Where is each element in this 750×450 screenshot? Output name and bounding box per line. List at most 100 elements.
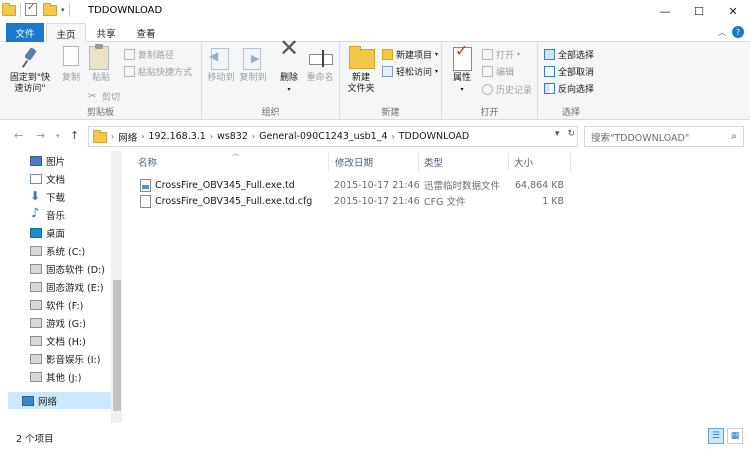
file-row[interactable]: CrossFire_OBV345_Full.exe.td.cfg 2015-10… xyxy=(136,193,572,209)
breadcrumb-ip[interactable]: 192.168.3.1 xyxy=(148,131,205,142)
new-item-icon xyxy=(382,49,393,60)
nav-item-drive-d[interactable]: 固态软件 (D:) xyxy=(30,260,105,277)
column-divider[interactable] xyxy=(570,153,571,171)
nav-item-drive-e[interactable]: 固态游戏 (E:) xyxy=(30,278,104,295)
nav-item-desktop[interactable]: 桌面 xyxy=(30,224,65,241)
tab-file[interactable]: 文件 xyxy=(6,23,44,42)
file-type: CFG 文件 xyxy=(424,197,466,208)
pin-label: 固定到"快 速访问" xyxy=(9,73,51,94)
nav-item-music[interactable]: 音乐 xyxy=(30,206,65,223)
nav-item-drive-g[interactable]: 游戏 (G:) xyxy=(30,314,86,331)
edit-button[interactable]: 编辑 xyxy=(482,65,514,78)
column-header-size[interactable]: 大小 xyxy=(514,153,533,171)
copy-to-button[interactable]: 复制到 xyxy=(238,46,268,84)
paste-shortcut-button[interactable]: 粘贴快捷方式 xyxy=(124,65,192,78)
qat-dropdown-icon[interactable]: ▾ xyxy=(61,6,65,14)
easy-access-button[interactable]: 轻松访问 ▾ xyxy=(382,65,438,78)
move-to-icon xyxy=(209,46,233,70)
nav-item-drive-h[interactable]: 文档 (H:) xyxy=(30,332,86,349)
delete-button[interactable]: 删除 ▾ xyxy=(276,43,302,95)
nav-item-drive-f[interactable]: 软件 (F:) xyxy=(30,296,83,313)
nav-item-network[interactable]: 网络 xyxy=(22,392,57,409)
large-icons-view-button[interactable]: ▦ xyxy=(727,428,743,444)
nav-item-drive-j[interactable]: 其他 (J:) xyxy=(30,368,81,385)
item-count: 2 个项目 xyxy=(16,434,54,445)
new-item-button[interactable]: 新建项目 ▾ xyxy=(382,48,438,61)
move-to-button[interactable]: 移动到 xyxy=(206,46,236,84)
column-divider[interactable] xyxy=(418,153,419,171)
open-button[interactable]: 打开 ▾ xyxy=(482,48,520,61)
organize-group: 移动到 复制到 删除 ▾ 重命名 组织 xyxy=(202,42,340,120)
select-all-button[interactable]: 全部选择 xyxy=(544,48,594,61)
file-date: 2015-10-17 21:46 xyxy=(334,195,420,207)
address-dropdown-icon[interactable]: ▾ xyxy=(555,129,560,139)
nav-item-pictures[interactable]: 图片 xyxy=(30,152,65,169)
copy-path-button[interactable]: 复制路径 xyxy=(124,48,174,61)
edit-label: 编辑 xyxy=(496,68,515,78)
paste-shortcut-icon xyxy=(124,66,135,77)
drive-icon xyxy=(30,353,42,364)
open-label: 打开 xyxy=(496,51,515,61)
nav-item-documents[interactable]: 文档 xyxy=(30,170,65,187)
history-button[interactable]: 历史记录 xyxy=(482,83,532,96)
recent-dropdown-icon[interactable]: ▾ xyxy=(56,132,60,140)
new-folder-button[interactable]: 新建 文件夹 xyxy=(344,46,378,95)
minimize-button[interactable]: — xyxy=(648,0,682,23)
breadcrumb-share[interactable]: General-090C1243_usb1_4 xyxy=(259,131,387,142)
select-none-button[interactable]: 全部取消 xyxy=(544,65,594,78)
refresh-icon[interactable]: ↻ xyxy=(567,129,575,139)
nav-item-drive-i[interactable]: 影音娱乐 (I:) xyxy=(30,350,100,367)
breadcrumb-separator-icon[interactable]: › xyxy=(252,132,255,141)
close-button[interactable]: ✕ xyxy=(716,0,750,23)
forward-icon[interactable]: → xyxy=(36,129,45,142)
properties-label: 属性 xyxy=(452,73,471,83)
tab-home[interactable]: 主页 xyxy=(46,23,86,43)
breadcrumb-network[interactable]: 网络 xyxy=(118,130,137,144)
breadcrumb-folder[interactable]: TDDOWNLOAD xyxy=(399,131,470,142)
column-divider[interactable] xyxy=(328,153,329,171)
breadcrumb-separator-icon[interactable]: › xyxy=(141,132,144,141)
column-header-name[interactable]: 名称 xyxy=(138,153,157,171)
help-icon[interactable]: ? xyxy=(732,26,744,38)
address-field[interactable]: › 网络 › 192.168.3.1 › ws832 › General-090… xyxy=(88,126,578,147)
breadcrumb-separator-icon[interactable]: › xyxy=(111,132,114,141)
nav-item-label: 固态游戏 (E:) xyxy=(46,282,104,294)
maximize-button[interactable]: ☐ xyxy=(682,0,716,23)
group-label: 剪贴板 xyxy=(86,108,114,118)
search-input[interactable]: 搜索"TDDOWNLOAD" ⌕ xyxy=(584,126,744,147)
file-date: 2015-10-17 21:46 xyxy=(334,179,420,191)
file-row[interactable]: CrossFire_OBV345_Full.exe.td 2015-10-17 … xyxy=(136,177,572,193)
column-header-date[interactable]: 修改日期 xyxy=(335,153,373,171)
group-label: 组织 xyxy=(261,108,280,118)
nav-scrollbar-thumb[interactable] xyxy=(113,280,121,411)
breadcrumb-device[interactable]: ws832 xyxy=(217,131,248,142)
history-icon xyxy=(482,84,493,95)
drive-icon xyxy=(30,299,42,310)
properties-button[interactable]: 属性 ▾ xyxy=(448,45,476,95)
nav-item-downloads[interactable]: 下载 xyxy=(30,188,65,205)
copy-icon xyxy=(59,46,83,70)
breadcrumb-separator-icon[interactable]: › xyxy=(392,132,395,141)
copy-button[interactable]: 复制 xyxy=(58,46,84,84)
back-icon[interactable]: ← xyxy=(14,129,23,142)
new-folder-icon[interactable] xyxy=(43,3,57,17)
nav-item-label: 软件 (F:) xyxy=(46,300,84,312)
nav-item-drive-c[interactable]: 系统 (C:) xyxy=(30,242,85,259)
pin-quick-access-button[interactable]: 固定到"快 速访问" xyxy=(6,46,54,95)
properties-icon[interactable] xyxy=(25,2,39,17)
up-icon[interactable]: ↑ xyxy=(70,129,79,142)
column-divider[interactable] xyxy=(508,153,509,171)
tab-share[interactable]: 共享 xyxy=(88,23,124,42)
column-header-type[interactable]: 类型 xyxy=(424,153,443,171)
tab-view[interactable]: 查看 xyxy=(128,23,164,42)
copy-to-label: 复制到 xyxy=(239,73,267,83)
cut-button[interactable]: ✂ 剪切 xyxy=(88,90,120,103)
breadcrumb-separator-icon[interactable]: › xyxy=(210,132,213,141)
rename-button[interactable]: 重命名 xyxy=(304,46,336,84)
documents-icon xyxy=(30,173,42,184)
details-view-button[interactable]: ☰ xyxy=(708,428,724,444)
invert-selection-button[interactable]: 反向选择 xyxy=(544,82,594,95)
paste-button[interactable]: 粘贴 xyxy=(88,44,114,84)
ribbon-collapse-icon[interactable]: ︿ xyxy=(718,27,726,38)
nav-item-label: 系统 (C:) xyxy=(46,246,86,258)
